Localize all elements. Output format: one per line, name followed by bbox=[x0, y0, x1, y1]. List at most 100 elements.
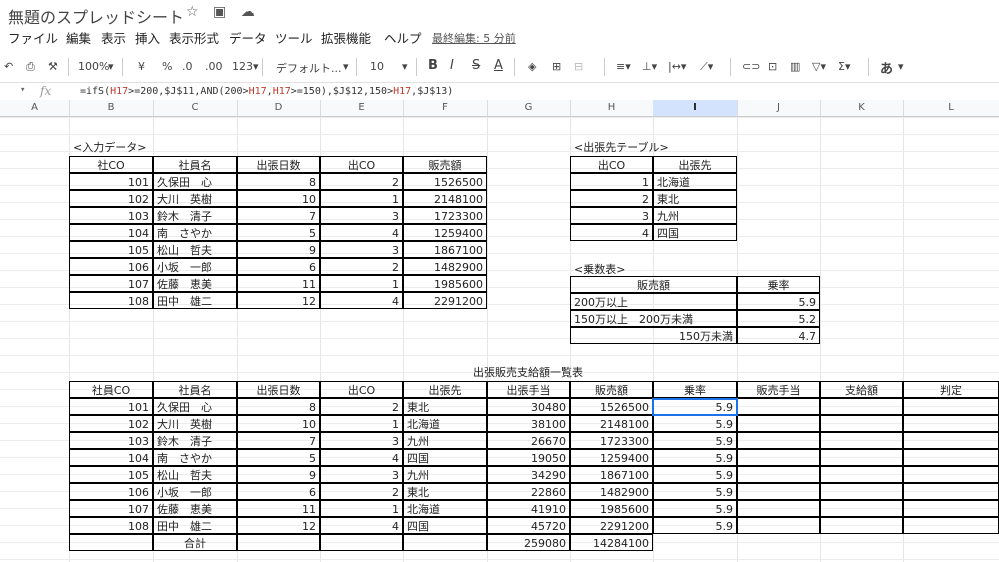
table-header-cell[interactable]: 社員名 bbox=[153, 381, 237, 398]
table-cell[interactable]: 5.9 bbox=[653, 500, 737, 517]
table-cell[interactable]: 4.7 bbox=[737, 327, 820, 344]
table-cell[interactable]: 10 bbox=[237, 415, 320, 432]
table-cell[interactable]: 1 bbox=[320, 190, 403, 207]
last-edit-link[interactable]: 最終編集: 5 分前 bbox=[432, 30, 516, 46]
column-header-e[interactable]: E bbox=[320, 100, 404, 116]
table-cell[interactable]: 3 bbox=[320, 432, 403, 449]
table-header-cell[interactable]: 出張先 bbox=[653, 156, 737, 173]
table-cell[interactable]: 7 bbox=[237, 432, 320, 449]
table-cell[interactable]: 108 bbox=[69, 292, 153, 309]
table-cell[interactable]: 東北 bbox=[403, 398, 487, 415]
table-header-cell[interactable]: 支給額 bbox=[820, 381, 903, 398]
table-cell[interactable] bbox=[903, 500, 999, 517]
table-cell[interactable]: 3 bbox=[320, 466, 403, 483]
table-cell[interactable]: 5.2 bbox=[737, 310, 820, 327]
table-header-cell[interactable]: 社CO bbox=[69, 156, 153, 173]
table-cell[interactable] bbox=[403, 534, 487, 551]
table-cell[interactable]: 3 bbox=[320, 207, 403, 224]
table-cell[interactable] bbox=[737, 466, 820, 483]
zoom-select[interactable]: 100% bbox=[78, 60, 109, 73]
table-cell[interactable]: 四国 bbox=[403, 449, 487, 466]
print-icon[interactable]: ⎙ bbox=[26, 60, 35, 74]
table-cell[interactable]: 8 bbox=[237, 173, 320, 190]
table-cell[interactable]: 田中 雄二 bbox=[153, 517, 237, 534]
table-cell[interactable]: 2 bbox=[570, 190, 653, 207]
table-cell[interactable]: 107 bbox=[69, 275, 153, 292]
table-cell[interactable]: 3 bbox=[320, 241, 403, 258]
table-cell[interactable]: 九州 bbox=[403, 466, 487, 483]
table-cell[interactable]: 1723300 bbox=[403, 207, 487, 224]
table-cell[interactable] bbox=[737, 517, 820, 534]
table-cell[interactable]: 東北 bbox=[403, 483, 487, 500]
table-cell[interactable]: 南 さやか bbox=[153, 224, 237, 241]
table-cell[interactable]: 41910 bbox=[487, 500, 570, 517]
table-cell[interactable]: 4 bbox=[320, 224, 403, 241]
menu-tools[interactable]: ツール bbox=[275, 28, 313, 47]
table-cell[interactable]: 5.9 bbox=[653, 483, 737, 500]
table-cell[interactable] bbox=[737, 500, 820, 517]
table-cell[interactable]: 久保田 心 bbox=[153, 398, 237, 415]
table-cell[interactable] bbox=[820, 415, 903, 432]
table-cell[interactable]: 11 bbox=[237, 275, 320, 292]
insert-link-icon[interactable]: ⊂⊃ bbox=[742, 60, 760, 73]
table-cell[interactable]: 200万以上 bbox=[570, 293, 737, 310]
column-header-l[interactable]: L bbox=[903, 100, 999, 116]
table-cell[interactable]: 2 bbox=[320, 398, 403, 415]
menu-help[interactable]: ヘルプ bbox=[384, 28, 422, 47]
table-cell[interactable]: 2 bbox=[320, 173, 403, 190]
table-header-cell[interactable]: 出CO bbox=[320, 381, 403, 398]
table-cell[interactable] bbox=[737, 483, 820, 500]
table-cell[interactable]: 佐藤 恵美 bbox=[153, 275, 237, 292]
table-header-cell[interactable]: 乗率 bbox=[653, 381, 737, 398]
table-cell[interactable]: 106 bbox=[69, 483, 153, 500]
table-cell[interactable]: 11 bbox=[237, 500, 320, 517]
table-cell[interactable]: 10 bbox=[237, 190, 320, 207]
table-cell[interactable]: 1867100 bbox=[403, 241, 487, 258]
chevron-down-icon[interactable]: ▾ bbox=[898, 60, 904, 73]
table-cell[interactable]: 1482900 bbox=[403, 258, 487, 275]
table-cell[interactable]: 1867100 bbox=[570, 466, 653, 483]
table-cell[interactable] bbox=[820, 517, 903, 534]
align-vertical-icon[interactable]: ⊥▾ bbox=[642, 60, 657, 73]
increase-decimal-button[interactable]: .00 bbox=[205, 60, 223, 73]
menu-view[interactable]: 表示 bbox=[101, 28, 126, 47]
table-cell[interactable]: 19050 bbox=[487, 449, 570, 466]
table-cell[interactable]: 103 bbox=[69, 432, 153, 449]
table-cell[interactable]: 九州 bbox=[403, 432, 487, 449]
table-header-cell[interactable]: 出張先 bbox=[403, 381, 487, 398]
table-cell[interactable] bbox=[737, 415, 820, 432]
table-header-cell[interactable]: 販売額 bbox=[570, 276, 737, 293]
column-header-b[interactable]: B bbox=[69, 100, 154, 116]
table-cell[interactable]: 4 bbox=[570, 224, 653, 241]
selected-cell[interactable] bbox=[652, 398, 738, 416]
table-cell[interactable]: 101 bbox=[69, 398, 153, 415]
table-cell[interactable] bbox=[320, 534, 403, 551]
table-cell[interactable]: 5.9 bbox=[737, 293, 820, 310]
table-header-cell[interactable]: 販売手当 bbox=[737, 381, 820, 398]
table-cell[interactable]: 22860 bbox=[487, 483, 570, 500]
table-cell[interactable]: 45720 bbox=[487, 517, 570, 534]
bold-button[interactable]: B bbox=[428, 58, 438, 73]
table-cell[interactable]: 1 bbox=[570, 173, 653, 190]
column-header-f[interactable]: F bbox=[403, 100, 488, 116]
table-cell[interactable]: 北海道 bbox=[403, 415, 487, 432]
font-select[interactable]: デフォルト... bbox=[276, 60, 342, 76]
star-icon[interactable]: ☆ bbox=[186, 4, 199, 20]
table-cell[interactable]: 久保田 心 bbox=[153, 173, 237, 190]
table-header-cell[interactable]: 社員CO bbox=[69, 381, 153, 398]
table-cell[interactable]: 大川 英樹 bbox=[153, 190, 237, 207]
table-header-cell[interactable]: 判定 bbox=[903, 381, 999, 398]
table-cell[interactable]: 106 bbox=[69, 258, 153, 275]
table-cell[interactable]: 5.9 bbox=[653, 432, 737, 449]
menu-edit[interactable]: 編集 bbox=[66, 28, 91, 47]
font-size-input[interactable]: 10 bbox=[370, 60, 384, 73]
column-header-i[interactable]: I bbox=[653, 100, 738, 116]
table-cell[interactable] bbox=[737, 432, 820, 449]
table-cell[interactable]: 東北 bbox=[653, 190, 737, 207]
table-cell[interactable] bbox=[903, 415, 999, 432]
table-cell[interactable]: 6 bbox=[237, 258, 320, 275]
table-cell[interactable]: 鈴木 清子 bbox=[153, 207, 237, 224]
table-cell[interactable] bbox=[903, 432, 999, 449]
table-cell[interactable]: 5.9 bbox=[653, 466, 737, 483]
percent-button[interactable]: % bbox=[162, 60, 172, 73]
